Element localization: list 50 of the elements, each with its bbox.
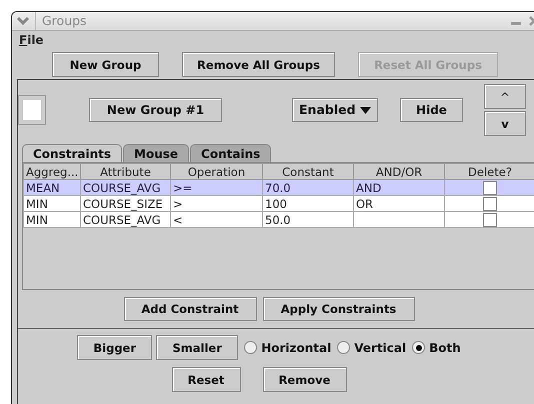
status-dropdown[interactable]: Enabled [292,98,378,122]
move-down-button[interactable]: v [484,111,526,136]
tab[interactable]: Mouse [123,144,190,162]
delete-checkbox[interactable] [483,196,497,211]
column-header[interactable]: Delete? [444,164,534,180]
window-title: Groups [35,12,87,30]
table-cell: 100 [265,196,287,210]
table-cell: MEAN [26,180,60,194]
column-header[interactable]: Attribute [80,164,170,180]
table-cell: > [173,196,183,210]
table-cell: MIN [26,196,48,210]
table-cell: < [173,212,183,226]
constraint-button[interactable]: Apply Constraints [262,297,414,321]
dropdown-caret-icon [360,106,371,114]
radio-button[interactable] [244,341,258,354]
table-cell: 70.0 [265,180,291,194]
column-header[interactable]: Operation [170,164,262,180]
table-cell: AND [356,180,382,194]
group-name-button[interactable]: New Group #1 [89,98,222,122]
radio-label: Horizontal [261,340,332,356]
column-header[interactable]: Constant [262,164,354,180]
color-swatch[interactable] [18,95,46,125]
resize-button[interactable]: Bigger [77,335,152,360]
resize-button[interactable]: Smaller [156,335,238,360]
table-cell: 50.0 [265,212,291,226]
tab[interactable]: Contains [190,144,272,162]
delete-checkbox[interactable] [483,180,497,195]
radio-label: Vertical [354,340,406,356]
radio-button[interactable] [412,341,426,354]
hide-button[interactable]: Hide [400,98,463,122]
column-header[interactable]: Aggreg... [24,164,80,180]
table-cell: COURSE_AVG [83,180,161,194]
delete-checkbox[interactable] [483,212,497,227]
toolbar-button[interactable]: New Group [52,52,159,77]
table-cell: >= [173,180,192,194]
toolbar-button[interactable]: Remove All Groups [182,52,335,77]
move-up-button[interactable]: ^ [484,84,526,109]
action-button[interactable]: Reset [172,367,240,392]
table-cell: COURSE_SIZE [83,196,163,210]
constraint-button[interactable]: Add Constraint [124,297,256,321]
radio-label: Both [429,340,461,356]
column-header[interactable]: AND/OR [354,164,444,180]
table-cell: COURSE_AVG [83,212,161,226]
table-cell: MIN [26,212,48,226]
tab[interactable]: Constraints [22,144,122,162]
table-cell: OR [356,196,374,210]
action-button[interactable]: Remove [262,367,346,392]
collapse-icon[interactable] [17,16,29,26]
radio-button[interactable] [337,341,350,354]
file-menu[interactable]: File [19,31,44,49]
